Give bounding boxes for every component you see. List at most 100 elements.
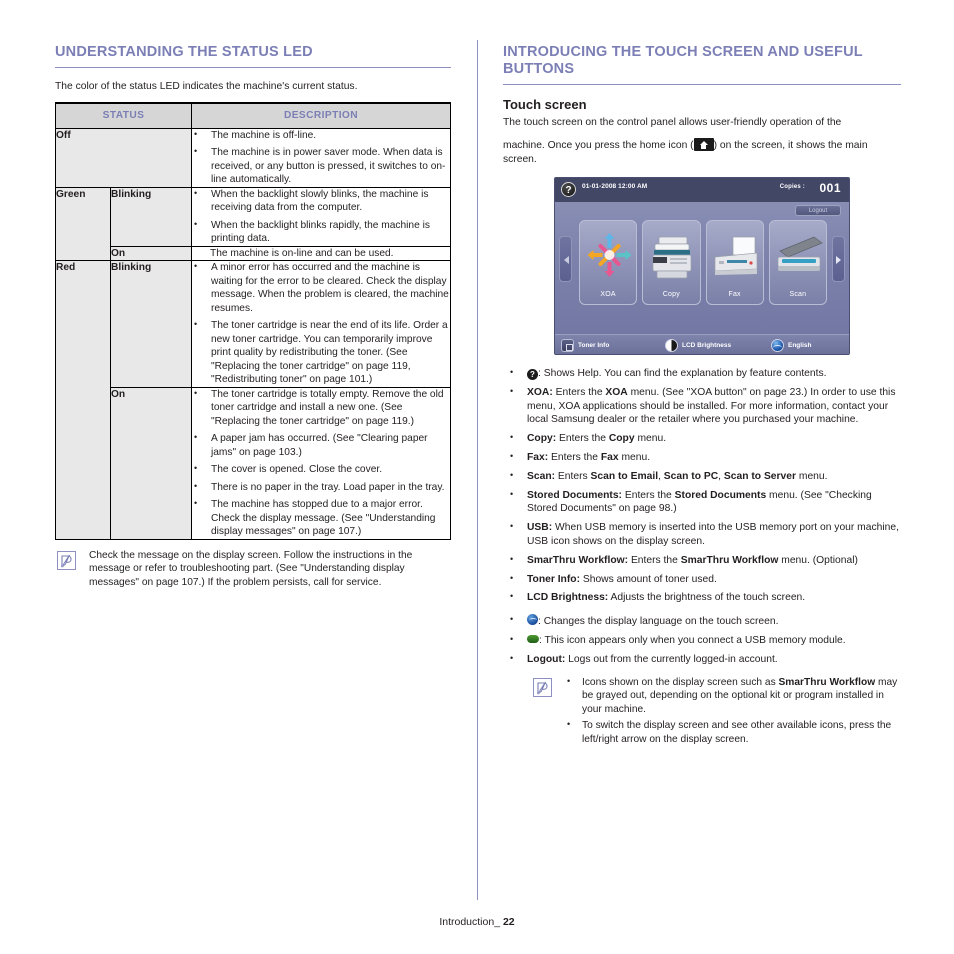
- globe-icon: [527, 614, 538, 626]
- section-title-status-led: UNDERSTANDING THE STATUS LED: [55, 44, 313, 60]
- list-item-term: Copy:: [527, 433, 557, 445]
- tile-label: Copy: [662, 291, 680, 298]
- list-item: The toner cartridge is totally empty. Re…: [192, 387, 450, 429]
- heading-rule: [55, 67, 451, 68]
- description-list: A minor error has occurred and the machi…: [192, 260, 450, 387]
- list-item-copy: Copy: Enters the Copy menu.: [503, 431, 901, 446]
- list-item-term: Stored Documents:: [527, 489, 622, 501]
- lcd-brightness-button[interactable]: LCD Brightness: [665, 339, 731, 352]
- status-description-red-on: The toner cartridge is totally empty. Re…: [191, 386, 451, 540]
- list-item-term: XOA:: [527, 386, 553, 398]
- document-page: UNDERSTANDING THE STATUS LED The color o…: [0, 0, 954, 954]
- help-icon: ?: [527, 369, 538, 380]
- status-color-green: Green: [55, 186, 111, 261]
- list-item: The machine is off-line.: [192, 128, 450, 143]
- note-pen-icon: [57, 550, 76, 570]
- status-state-green-blinking: Blinking: [110, 186, 192, 247]
- list-item-toner-info: Toner Info: Shows amount of toner used.: [503, 572, 901, 587]
- arrow-right-icon[interactable]: [832, 236, 845, 282]
- list-item-text: Enters the SmarThru Workflow menu. (Opti…: [628, 554, 858, 566]
- list-item-help: ?: Shows Help. You can find the explanat…: [503, 366, 901, 381]
- bottom-bar-label: Toner Info: [578, 342, 610, 349]
- bottom-bar-label: LCD Brightness: [682, 342, 732, 349]
- list-item-fax: Fax: Enters the Fax menu.: [503, 450, 901, 465]
- tile-label: Fax: [728, 291, 741, 298]
- list-item: The machine has stopped due to a major e…: [192, 497, 450, 539]
- list-item-logout: Logout: Logs out from the currently logg…: [503, 652, 901, 667]
- list-item-term: USB:: [527, 522, 553, 534]
- right-column: INTRODUCING THE TOUCH SCREEN AND USEFUL …: [503, 44, 901, 750]
- list-item-xoa: XOA: Enters the XOA menu. (See "XOA butt…: [503, 385, 901, 427]
- list-item: There is no paper in the tray. Load pape…: [192, 480, 450, 495]
- note-pen-icon: [533, 677, 552, 697]
- left-column: UNDERSTANDING THE STATUS LED The color o…: [55, 44, 451, 589]
- section-title-touch-screen: INTRODUCING THE TOUCH SCREEN AND USEFUL …: [503, 44, 863, 77]
- list-item: Icons shown on the display screen such a…: [565, 675, 901, 717]
- touch-screen-feature-list: ?: Shows Help. You can find the explanat…: [503, 366, 901, 667]
- list-item-usb-icon: : This icon appears only when you connec…: [503, 633, 901, 648]
- column-divider: [477, 40, 478, 900]
- list-item-lcd-brightness: LCD Brightness: Adjusts the brightness o…: [503, 590, 901, 605]
- table-row: Green Blinking When the backlight slowly…: [55, 186, 451, 261]
- list-item-text: Logs out from the currently logged-in ac…: [565, 653, 778, 665]
- list-item: The toner cartridge is near the end of i…: [192, 318, 450, 387]
- status-color-red: Red: [55, 260, 111, 540]
- list-item: A minor error has occurred and the machi…: [192, 260, 450, 315]
- heading-rule: [503, 84, 901, 85]
- home-icon: [693, 138, 714, 151]
- tile-scan[interactable]: Scan: [768, 220, 827, 305]
- copies-value: 001: [819, 181, 841, 195]
- status-description-green-on: The machine is on-line and can be used.: [191, 245, 451, 261]
- status-state-green-on: On: [110, 245, 192, 261]
- status-state-red-blinking: Blinking: [110, 260, 192, 388]
- list-item-text: Enters Scan to Email, Scan to PC, Scan t…: [555, 470, 828, 482]
- note-list: Icons shown on the display screen such a…: [565, 675, 901, 747]
- list-item-text: : Changes the display language on the to…: [538, 616, 779, 628]
- note-status-led: Check the message on the display screen.…: [55, 549, 451, 590]
- intro-pre-text: machine. Once you press the home icon (: [503, 140, 694, 151]
- usb-icon: [527, 634, 539, 643]
- tile-xoa[interactable]: XOA: [579, 220, 638, 305]
- xoa-icon: [580, 231, 636, 281]
- scanner-icon: [770, 231, 826, 281]
- status-led-table-body: Off The machine is off-line. The machine…: [55, 127, 451, 540]
- logout-button[interactable]: Logout: [795, 205, 841, 216]
- language-button[interactable]: English: [771, 339, 811, 352]
- arrow-left-icon[interactable]: [559, 236, 572, 282]
- screen-tiles: XOA Copy Fax Scan: [579, 220, 827, 305]
- list-item-text: : This icon appears only when you connec…: [539, 634, 846, 646]
- status-description-green-blinking: When the backlight slowly blinks, the ma…: [191, 186, 451, 247]
- toner-info-button[interactable]: Toner Info: [561, 339, 609, 352]
- list-item: The machine is in power saver mode. When…: [192, 145, 450, 187]
- footer-label: Introduction_: [439, 916, 501, 928]
- subsection-title-touch-screen: Touch screen: [503, 97, 587, 112]
- screen-datetime: 01-01-2008 12:00 AM: [582, 183, 648, 190]
- status-led-intro: The color of the status LED indicates th…: [55, 81, 358, 92]
- table-header-row: STATUS DESCRIPTION: [55, 102, 451, 129]
- tile-copy[interactable]: Copy: [642, 220, 701, 305]
- status-description-off: The machine is off-line. The machine is …: [191, 127, 451, 188]
- list-item-term: LCD Brightness:: [527, 592, 609, 604]
- list-item-usb: USB: When USB memory is inserted into th…: [503, 520, 901, 549]
- list-item-text: Adjusts the brightness of the touch scre…: [608, 592, 806, 604]
- list-item-term: SmarThru Workflow:: [527, 554, 629, 566]
- list-item-text: Shows amount of toner used.: [580, 573, 717, 585]
- touch-screen-figure: ? 01-01-2008 12:00 AM Copies : 001 Logou…: [503, 177, 901, 355]
- tile-fax[interactable]: Fax: [705, 220, 764, 305]
- touch-screen-mock: ? 01-01-2008 12:00 AM Copies : 001 Logou…: [554, 177, 850, 355]
- help-icon[interactable]: ?: [561, 182, 576, 197]
- list-item-language: : Changes the display language on the to…: [503, 613, 901, 629]
- copy-machine-icon: [643, 231, 699, 281]
- list-item: When the backlight slowly blinks, the ma…: [192, 187, 450, 215]
- note-text: Check the message on the display screen.…: [89, 549, 413, 588]
- list-item-text: Enters the Fax menu.: [548, 451, 651, 463]
- table-row: On The toner cartridge is totally empty.…: [56, 386, 451, 540]
- description-list: The machine is off-line. The machine is …: [192, 128, 450, 187]
- toner-info-icon: [561, 339, 574, 352]
- touch-screen-intro-line2: machine. Once you press the home icon ()…: [503, 138, 901, 167]
- status-led-table: STATUS DESCRIPTION Off The machine is of…: [55, 102, 451, 540]
- copies-label: Copies :: [779, 184, 805, 190]
- note-touch-screen: Icons shown on the display screen such a…: [531, 675, 901, 747]
- list-item-scan: Scan: Enters Scan to Email, Scan to PC, …: [503, 469, 901, 484]
- list-item-term: Scan:: [527, 470, 556, 482]
